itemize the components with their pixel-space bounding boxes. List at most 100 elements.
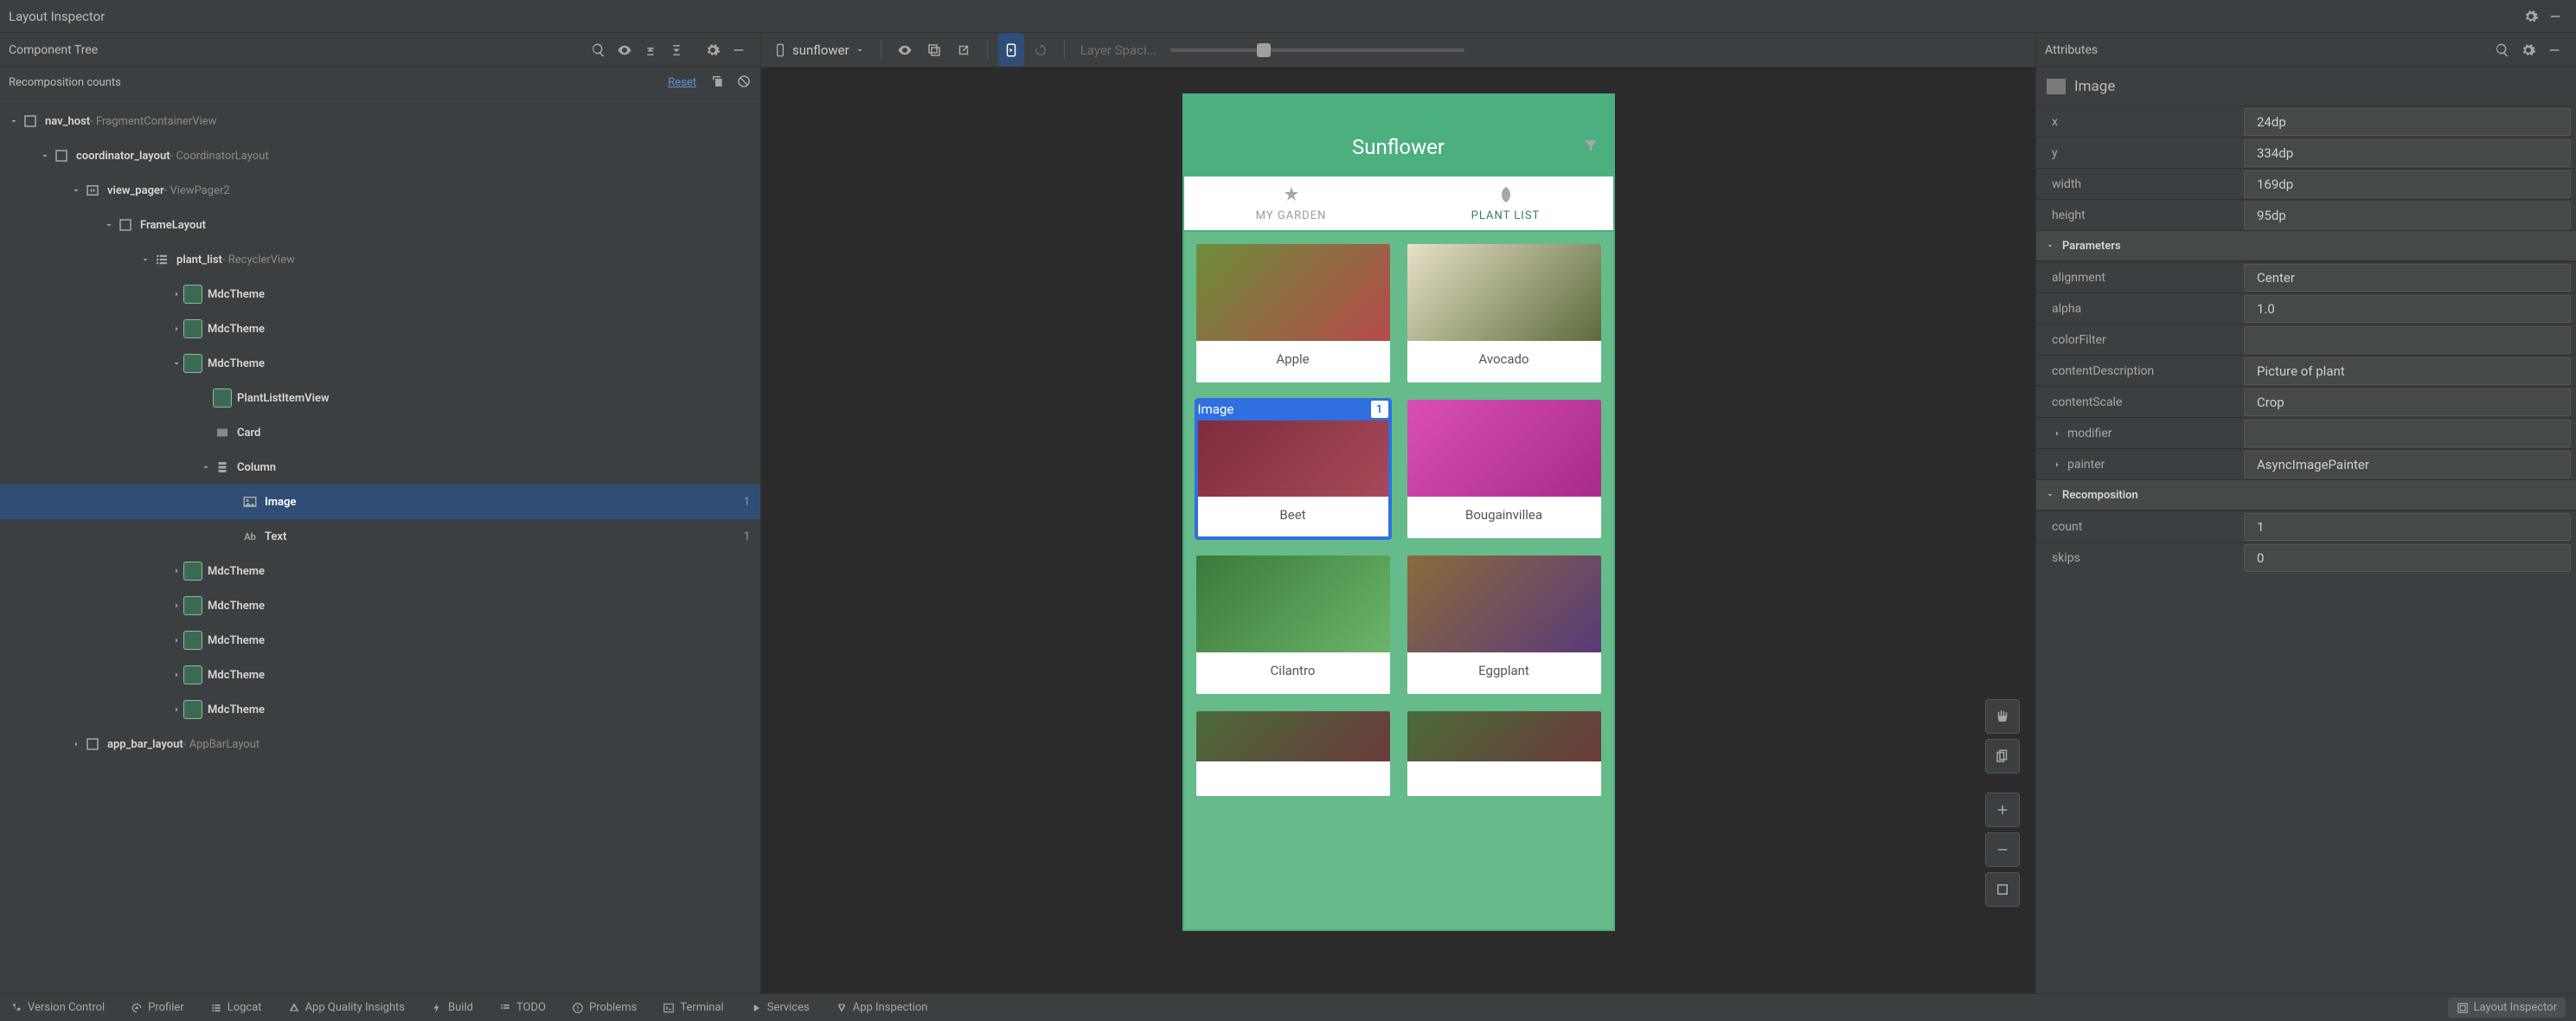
minimize-icon[interactable] bbox=[2543, 0, 2567, 32]
zoom-out-icon[interactable] bbox=[1985, 832, 2020, 867]
mode-3d-icon[interactable] bbox=[1985, 739, 2020, 774]
tree-arrow-icon[interactable] bbox=[170, 704, 183, 715]
tree-row[interactable]: Card bbox=[0, 415, 760, 450]
component-tree[interactable]: nav_host - FragmentContainerViewcoordina… bbox=[0, 99, 760, 993]
tree-arrow-icon[interactable] bbox=[102, 220, 116, 230]
pan-tool-icon[interactable] bbox=[1985, 699, 2020, 734]
chevron-right-icon[interactable] bbox=[2052, 459, 2062, 470]
tree-row[interactable]: coordinator_layout - CoordinatorLayout bbox=[0, 138, 760, 173]
collapse-panel-icon[interactable] bbox=[2541, 33, 2567, 67]
plant-card[interactable]: Apple bbox=[1196, 244, 1390, 382]
plant-card[interactable] bbox=[1407, 711, 1601, 796]
search-icon[interactable] bbox=[586, 33, 612, 67]
tree-arrow-icon[interactable] bbox=[170, 566, 183, 576]
search-icon[interactable] bbox=[2489, 33, 2515, 67]
bottom-tab[interactable]: Profiler bbox=[131, 1001, 184, 1014]
tab-plant-list[interactable]: PLANT LIST bbox=[1399, 177, 1613, 230]
attr-value[interactable]: Picture of plant bbox=[2244, 357, 2571, 385]
bottom-tab[interactable]: TODO bbox=[499, 1001, 546, 1014]
tree-row[interactable]: MdcTheme bbox=[0, 346, 760, 381]
disable-icon[interactable] bbox=[736, 74, 752, 93]
attr-value[interactable]: 334dp bbox=[2244, 139, 2571, 167]
layer-spacing-slider[interactable] bbox=[1170, 48, 1464, 52]
tree-arrow-icon[interactable] bbox=[170, 670, 183, 680]
tree-arrow-icon[interactable] bbox=[7, 116, 21, 126]
attr-value[interactable]: 0 bbox=[2244, 544, 2571, 572]
attr-value[interactable]: 1.0 bbox=[2244, 295, 2571, 323]
bottom-tab[interactable]: Build bbox=[431, 1001, 473, 1014]
plant-card[interactable]: Avocado bbox=[1407, 244, 1601, 382]
attr-section-parameters[interactable]: Parameters bbox=[2036, 230, 2576, 261]
attr-value[interactable]: 95dp bbox=[2244, 202, 2571, 229]
tab-my-garden[interactable]: MY GARDEN bbox=[1184, 177, 1399, 230]
bottom-tab[interactable]: Logcat bbox=[210, 1001, 262, 1014]
filter-icon[interactable] bbox=[1582, 135, 1599, 159]
eye-icon[interactable] bbox=[612, 33, 638, 67]
overlay-icon[interactable] bbox=[921, 33, 947, 67]
export-icon[interactable] bbox=[951, 33, 977, 67]
tree-row[interactable]: MdcTheme bbox=[0, 277, 760, 311]
attr-section-recomposition[interactable]: Recomposition bbox=[2036, 479, 2576, 510]
bottom-tab[interactable]: Version Control bbox=[10, 1001, 105, 1014]
eye-icon[interactable] bbox=[892, 33, 918, 67]
tree-row[interactable]: MdcTheme bbox=[0, 311, 760, 346]
attr-value[interactable]: 24dp bbox=[2244, 108, 2571, 136]
bottom-tab[interactable]: Problems bbox=[572, 1001, 637, 1014]
attr-value[interactable]: 169dp bbox=[2244, 170, 2571, 198]
collapse-all-icon[interactable] bbox=[663, 33, 689, 67]
tree-row[interactable]: PlantListItemView bbox=[0, 381, 760, 415]
tree-row[interactable]: MdcTheme bbox=[0, 692, 760, 727]
refresh-icon[interactable] bbox=[1028, 33, 1054, 67]
tree-arrow-icon[interactable] bbox=[69, 739, 83, 749]
tree-arrow-icon[interactable] bbox=[170, 600, 183, 611]
gear-icon[interactable] bbox=[2515, 33, 2541, 67]
tree-arrow-icon[interactable] bbox=[69, 185, 83, 196]
live-updates-icon[interactable] bbox=[998, 33, 1024, 67]
tree-arrow-icon[interactable] bbox=[170, 635, 183, 645]
attr-value[interactable] bbox=[2244, 326, 2571, 354]
plant-card[interactable]: Eggplant bbox=[1407, 555, 1601, 694]
tree-arrow-icon[interactable] bbox=[170, 324, 183, 334]
tree-arrow-icon[interactable] bbox=[199, 462, 213, 472]
tree-row[interactable]: MdcTheme bbox=[0, 554, 760, 588]
attr-value[interactable]: 1 bbox=[2244, 513, 2571, 541]
tree-arrow-icon[interactable] bbox=[170, 358, 183, 369]
tree-row[interactable]: Image1 bbox=[0, 485, 760, 519]
preview-canvas[interactable]: Sunflower MY GARDEN PLANT LIST App bbox=[761, 67, 2035, 993]
zoom-fit-icon[interactable] bbox=[1985, 872, 2020, 907]
tree-arrow-icon[interactable] bbox=[138, 254, 152, 265]
attr-value[interactable]: AsyncImagePainter bbox=[2244, 451, 2571, 478]
bottom-tab[interactable]: Terminal bbox=[663, 1001, 723, 1014]
chevron-right-icon[interactable] bbox=[2052, 428, 2062, 439]
tree-row[interactable]: plant_list - RecyclerView bbox=[0, 242, 760, 277]
device-selector[interactable]: sunflower bbox=[768, 42, 870, 58]
tree-row[interactable]: view_pager - ViewPager2 bbox=[0, 173, 760, 208]
attr-value[interactable]: Center bbox=[2244, 264, 2571, 292]
plant-card[interactable]: Bougainvillea bbox=[1407, 400, 1601, 538]
bottom-tab[interactable]: App Quality Insights bbox=[288, 1001, 405, 1014]
attr-value[interactable] bbox=[2244, 420, 2571, 447]
collapse-panel-icon[interactable] bbox=[726, 33, 752, 67]
tree-arrow-icon[interactable] bbox=[170, 289, 183, 299]
plant-card[interactable]: Image1Beet bbox=[1196, 400, 1390, 538]
tree-arrow-icon[interactable] bbox=[38, 151, 52, 161]
tree-row[interactable]: app_bar_layout - AppBarLayout bbox=[0, 727, 760, 761]
copy-icon[interactable] bbox=[710, 74, 726, 93]
tree-row[interactable]: Column bbox=[0, 450, 760, 485]
zoom-in-icon[interactable] bbox=[1985, 793, 2020, 827]
bottom-tab[interactable]: App Inspection bbox=[836, 1001, 928, 1014]
gear-icon[interactable] bbox=[2519, 0, 2543, 32]
plant-card[interactable] bbox=[1196, 711, 1390, 796]
tree-row[interactable]: AbText1 bbox=[0, 519, 760, 554]
tree-row[interactable]: MdcTheme bbox=[0, 623, 760, 658]
expand-all-icon[interactable] bbox=[638, 33, 663, 67]
tree-row[interactable]: MdcTheme bbox=[0, 658, 760, 692]
tree-row[interactable]: nav_host - FragmentContainerView bbox=[0, 104, 760, 138]
tree-row[interactable]: FrameLayout bbox=[0, 208, 760, 242]
view-options-gear-icon[interactable] bbox=[700, 33, 726, 67]
tree-row[interactable]: MdcTheme bbox=[0, 588, 760, 623]
reset-link[interactable]: Reset bbox=[668, 76, 696, 89]
bottom-tab-active[interactable]: Layout Inspector bbox=[2448, 998, 2566, 1018]
plant-card[interactable]: Cilantro bbox=[1196, 555, 1390, 694]
bottom-tab[interactable]: Services bbox=[750, 1001, 810, 1014]
